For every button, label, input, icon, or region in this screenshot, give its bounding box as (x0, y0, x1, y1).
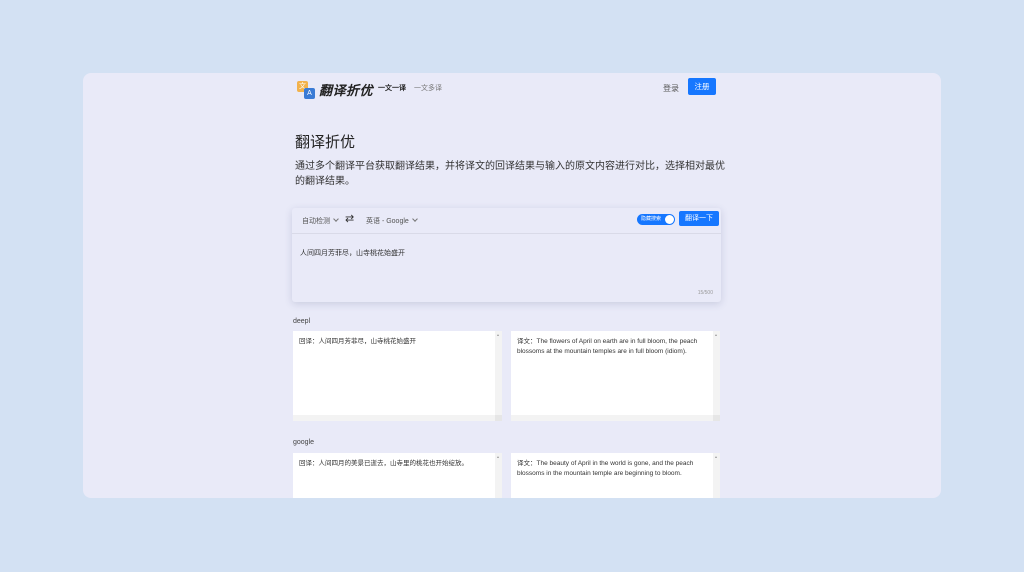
chevron-down-icon (411, 216, 418, 222)
toggle-knob (665, 215, 674, 224)
source-text-input[interactable]: 人间四月芳菲尽，山寺桃花始盛开 (300, 248, 405, 258)
nav-multi-translate[interactable]: 一文多译 (414, 83, 442, 93)
translate-logo-icon: 文 A (297, 80, 315, 99)
scrollbar-horizontal[interactable] (293, 415, 502, 421)
register-button[interactable]: 注册 (688, 78, 716, 95)
provider-label-deepl: deepl (293, 318, 311, 325)
back-translation-text: 回译：人间四月芳菲尽，山寺桃花始盛开 (299, 338, 416, 345)
app-window: 文 A 翻译折优 一文一译 一文多译 登录 注册 翻译折优 通过多个翻译平台获取… (83, 73, 941, 498)
scrollbar-vertical[interactable] (713, 453, 720, 498)
char-counter: 15/500 (697, 290, 713, 296)
scrollbar-vertical[interactable] (495, 453, 502, 498)
translation-box[interactable]: 译文：The flowers of April on earth are in … (511, 331, 720, 421)
translation-text: 译文：The flowers of April on earth are in … (517, 338, 698, 355)
logo-text: 翻译折优 (319, 83, 374, 98)
translate-button[interactable]: 翻译一下 (679, 211, 719, 226)
logo[interactable]: 文 A 翻译折优 (297, 80, 373, 99)
scrollbar-vertical[interactable] (495, 331, 502, 421)
scrollbar-horizontal[interactable] (511, 415, 720, 421)
back-translation-text: 回译：人间四月的美景已逝去，山寺里的桃花也开始绽放。 (299, 460, 468, 467)
translation-text: 译文：The beauty of April in the world is g… (517, 460, 694, 477)
target-language-select[interactable]: 英语 - Google (366, 216, 418, 226)
page-description: 通过多个翻译平台获取翻译结果，并将译文的回译结果与输入的原文内容进行对比，选择相… (295, 161, 725, 187)
translation-box[interactable]: 译文：The beauty of April in the world is g… (511, 453, 720, 498)
chevron-down-icon (333, 216, 339, 222)
back-translation-box[interactable]: 回译：人间四月的美景已逝去，山寺里的桃花也开始绽放。 (293, 453, 502, 498)
scrollbar-vertical[interactable] (713, 331, 720, 421)
swap-languages-icon[interactable]: ⇄ (345, 212, 354, 225)
login-link[interactable]: 登录 (663, 83, 679, 94)
source-language-select[interactable]: 自动检测 (302, 216, 339, 226)
translate-card: 自动检测 ⇄ 英语 - Google 隐藏搜索 翻译一下 人间四月芳菲尽，山寺桃… (292, 208, 721, 302)
mode-nav: 一文一译 一文多译 (378, 83, 442, 93)
translate-toolbar: 自动检测 ⇄ 英语 - Google 隐藏搜索 翻译一下 (292, 208, 721, 234)
hide-toggle[interactable]: 隐藏搜索 (637, 214, 675, 225)
back-translation-box[interactable]: 回译：人间四月芳菲尽，山寺桃花始盛开 (293, 331, 502, 421)
provider-label-google: google (293, 439, 315, 446)
page-title: 翻译折优 (295, 134, 356, 151)
nav-single-translate[interactable]: 一文一译 (378, 83, 406, 93)
